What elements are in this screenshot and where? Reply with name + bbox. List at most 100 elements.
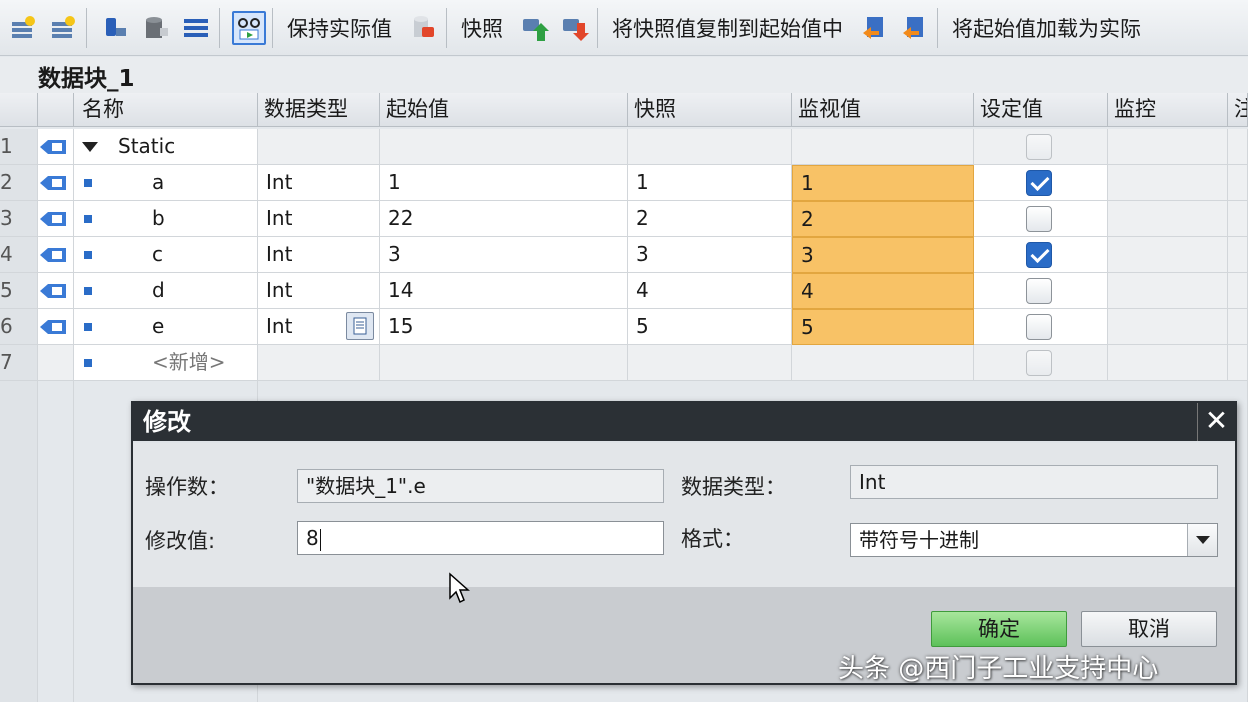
row-monitor-value: 4 [792, 273, 974, 309]
monitor-icon[interactable] [232, 10, 266, 45]
setpoint-checkbox[interactable] [1026, 242, 1052, 268]
block-title: 数据块_1 [38, 66, 135, 92]
table-row[interactable]: 1 Static [0, 129, 1248, 165]
row-datatype[interactable]: Int [258, 309, 380, 345]
add-row-icon[interactable] [46, 11, 80, 45]
row-name[interactable]: b [74, 201, 258, 237]
insert-row-icon[interactable] [6, 11, 40, 45]
header-snapshot[interactable]: 快照 [628, 93, 792, 127]
dialog-title: 修改 [143, 408, 191, 436]
datatype-field[interactable]: Int [850, 465, 1218, 499]
row-name[interactable]: a [74, 165, 258, 201]
copy-to-start-icon[interactable] [857, 11, 891, 45]
row-supervision [1108, 273, 1228, 309]
header-start-value[interactable]: 起始值 [380, 93, 628, 127]
row-comment[interactable] [1228, 201, 1248, 237]
setpoint-checkbox[interactable] [1026, 278, 1052, 304]
header-datatype[interactable]: 数据类型 [258, 93, 380, 127]
dialog-body: 操作数： "数据块_1".e 数据类型： Int 修改值: 8 格式： 带符号十… [133, 443, 1235, 587]
row-snapshot: 2 [628, 201, 792, 237]
variable-icon [84, 359, 92, 367]
load-start-button[interactable]: 将起始值加载为实际 [944, 13, 1149, 43]
row-start-value[interactable]: 22 [380, 201, 628, 237]
row-supervision [1108, 345, 1228, 381]
header-setpoint[interactable]: 设定值 [974, 93, 1108, 127]
row-name[interactable]: Static [74, 129, 258, 165]
table-row[interactable]: 7 <新增> [0, 345, 1248, 381]
setpoint-checkbox[interactable] [1026, 206, 1052, 232]
cylinder-icon[interactable] [406, 11, 440, 45]
row-comment[interactable] [1228, 345, 1248, 381]
table-row[interactable]: 5 d Int 14 4 4 [0, 273, 1248, 309]
row-start-value[interactable]: 14 [380, 273, 628, 309]
tag-icon [38, 165, 74, 201]
cancel-button[interactable]: 取消 [1081, 611, 1217, 647]
header-supervision[interactable]: 监控 [1108, 93, 1228, 127]
header-comment[interactable]: 注 [1228, 93, 1248, 127]
row-datatype[interactable]: Int [258, 237, 380, 273]
row-name[interactable]: c [74, 237, 258, 273]
setpoint-checkbox[interactable] [1026, 134, 1052, 160]
row-setpoint [974, 309, 1108, 345]
row-comment[interactable] [1228, 309, 1248, 345]
row-start-value[interactable]: 15 [380, 309, 628, 345]
close-icon[interactable]: ✕ [1197, 403, 1235, 441]
setpoint-checkbox[interactable] [1026, 170, 1052, 196]
row-start-value[interactable]: 1 [380, 165, 628, 201]
header-rownum [0, 93, 38, 127]
variable-icon [84, 287, 92, 295]
header-monitor-value[interactable]: 监视值 [792, 93, 974, 127]
toolbar-separator [597, 7, 598, 48]
row-comment[interactable] [1228, 237, 1248, 273]
list-view-icon[interactable] [179, 11, 213, 45]
collapse-arrow-icon[interactable] [82, 142, 98, 152]
header-name[interactable]: 名称 [74, 93, 258, 127]
chevron-down-icon[interactable] [1187, 524, 1217, 556]
table-row[interactable]: 3 b Int 22 2 2 [0, 201, 1248, 237]
row-datatype[interactable]: Int [258, 273, 380, 309]
row-datatype[interactable] [258, 345, 380, 381]
datatype-picker-icon[interactable] [346, 312, 374, 340]
setpoint-checkbox[interactable] [1026, 350, 1052, 376]
row-datatype[interactable]: Int [258, 201, 380, 237]
toolbar-separator [86, 7, 87, 48]
format-select[interactable]: 带符号十进制 [850, 523, 1218, 557]
copy-snapshot-button[interactable]: 将快照值复制到起始值中 [604, 13, 851, 43]
modify-value-input[interactable]: 8 [297, 521, 664, 555]
table-row[interactable]: 2 a Int 1 1 1 [0, 165, 1248, 201]
row-setpoint [974, 345, 1108, 381]
row-start-value[interactable]: 3 [380, 237, 628, 273]
row-number: 5 [0, 273, 38, 309]
operand-field[interactable]: "数据块_1".e [297, 469, 664, 503]
table-row[interactable]: 4 c Int 3 3 3 [0, 237, 1248, 273]
toolbar-separator [272, 7, 273, 48]
keep-actual-button[interactable]: 保持实际值 [279, 13, 400, 43]
row-comment[interactable] [1228, 273, 1248, 309]
snapshot-up-icon[interactable] [517, 11, 551, 45]
snapshot-button[interactable]: 快照 [453, 13, 511, 43]
row-monitor-value: 1 [792, 165, 974, 201]
row-comment[interactable] [1228, 129, 1248, 165]
row-supervision [1108, 309, 1228, 345]
ok-button[interactable]: 确定 [931, 611, 1067, 647]
row-datatype[interactable]: Int [258, 165, 380, 201]
row-supervision [1108, 201, 1228, 237]
block-title-bar: 数据块_1 [0, 57, 1248, 93]
row-name-add-new[interactable]: <新增> [74, 345, 258, 381]
row-snapshot [628, 345, 792, 381]
row-name[interactable]: e [74, 309, 258, 345]
table-row[interactable]: 6 e Int 15 5 5 [0, 309, 1248, 345]
row-start-value[interactable] [380, 345, 628, 381]
row-start-value[interactable] [380, 129, 628, 165]
row-datatype[interactable] [258, 129, 380, 165]
variable-icon [84, 179, 92, 187]
expanded-mode-icon[interactable] [99, 11, 133, 45]
row-name[interactable]: d [74, 273, 258, 309]
modify-value-label: 修改值: [145, 529, 216, 553]
setpoint-checkbox[interactable] [1026, 314, 1052, 340]
row-snapshot: 1 [628, 165, 792, 201]
row-comment[interactable] [1228, 165, 1248, 201]
database-icon[interactable] [139, 11, 173, 45]
load-start-icon[interactable] [897, 11, 931, 45]
snapshot-down-icon[interactable] [557, 11, 591, 45]
